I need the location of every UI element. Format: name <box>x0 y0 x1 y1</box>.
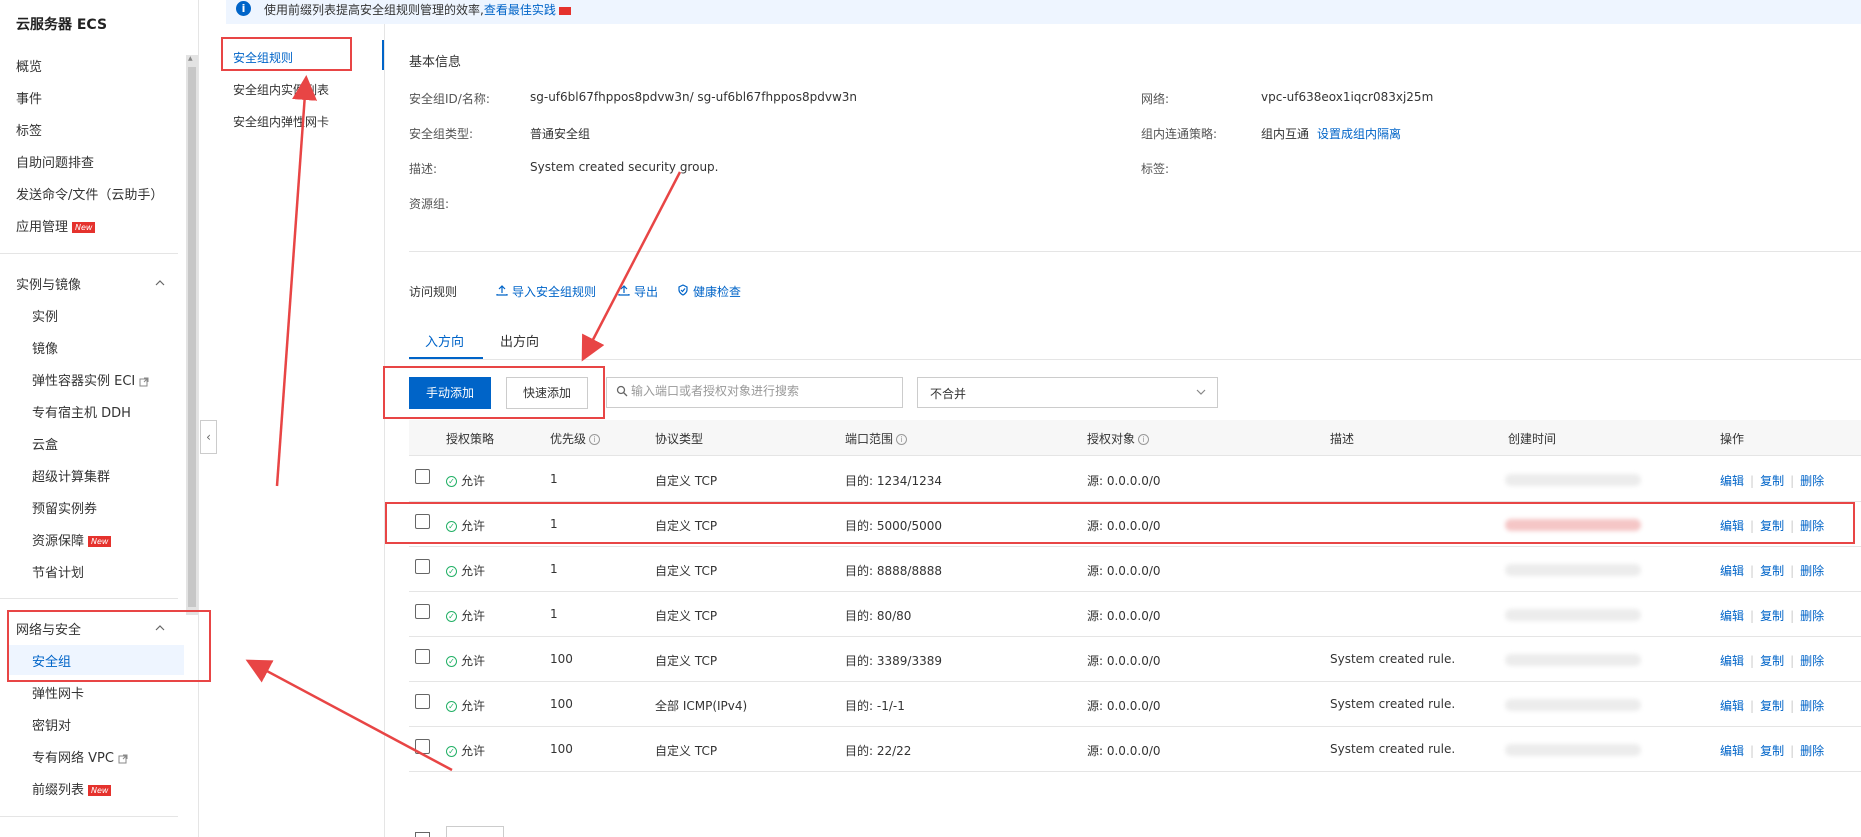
annotation-arrow <box>245 659 453 772</box>
annotation-arrows <box>245 75 682 772</box>
annotation-arrow <box>581 171 682 362</box>
annotation-arrow <box>275 75 318 487</box>
